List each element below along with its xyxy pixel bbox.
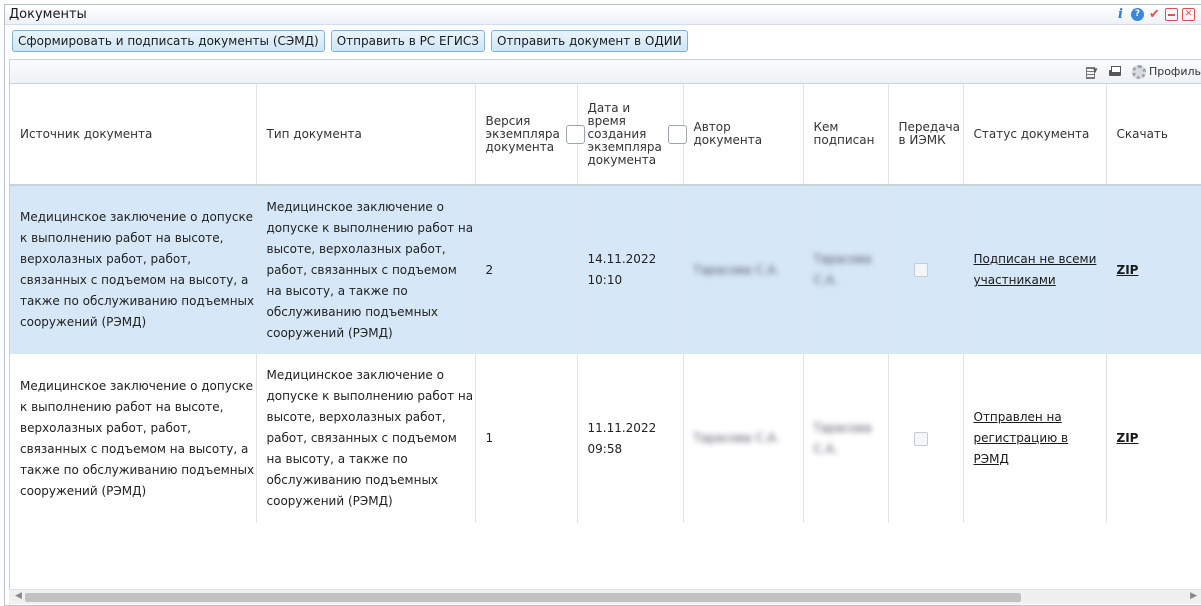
checkmark-icon[interactable]: ✔ xyxy=(1148,8,1161,21)
cell-signed-by: Тарасова С.А. xyxy=(803,185,889,354)
scrollbar-thumb[interactable] xyxy=(25,593,1021,602)
documents-window: Документы i ? ✔ ✕ Сформировать и подписа… xyxy=(4,4,1201,606)
column-header-label: Тип документа xyxy=(266,126,362,141)
columns-menu-button[interactable] xyxy=(1085,66,1098,79)
table-header-row: Источник документа Тип документа Версия … xyxy=(10,84,1201,186)
grid-toolbar: Профиль xyxy=(10,60,1201,84)
scroll-left-icon[interactable]: ◀ xyxy=(15,591,22,601)
documents-grid: Профиль Источник документа Тип документа… xyxy=(9,59,1201,605)
profile-label: Профиль xyxy=(1148,65,1201,78)
iemk-checkbox[interactable] xyxy=(913,263,928,277)
created-filter-checkbox[interactable] xyxy=(667,124,687,144)
download-zip-link[interactable]: ZIP xyxy=(1117,263,1139,277)
column-header-label: Кем подписан xyxy=(813,120,875,147)
cell-version: 1 xyxy=(475,354,578,523)
send-to-egisz-button[interactable]: Отправить в РС ЕГИСЗ xyxy=(330,30,485,52)
column-header-type[interactable]: Тип документа xyxy=(256,84,476,186)
info-icon[interactable]: i xyxy=(1114,8,1127,21)
cell-status: Отправлен на регистрацию в РЭМД xyxy=(963,354,1107,523)
status-link[interactable]: Подписан не всеми участниками xyxy=(974,252,1097,287)
action-toolbar: Сформировать и подписать документы (СЭМД… xyxy=(5,25,1201,57)
gear-icon xyxy=(1131,64,1146,79)
columns-icon xyxy=(1085,66,1098,79)
horizontal-scrollbar[interactable]: ◀ ▶ xyxy=(9,589,1201,604)
column-header-status[interactable]: Статус документа xyxy=(963,84,1107,186)
scroll-right-icon[interactable]: ▶ xyxy=(1190,591,1197,601)
window-title: Документы xyxy=(9,7,87,22)
cell-created: 14.11.2022 10:10 xyxy=(577,185,684,354)
column-header-source[interactable]: Источник документа xyxy=(10,84,257,186)
close-icon[interactable]: ✕ xyxy=(1182,8,1195,21)
cell-status: Подписан не всеми участниками xyxy=(963,185,1107,354)
cell-iemk xyxy=(888,185,964,354)
column-header-label: Источник документа xyxy=(20,126,153,141)
window-titlebar: Документы i ? ✔ ✕ xyxy=(5,5,1201,25)
column-header-iemk[interactable]: Передача в ИЭМК xyxy=(888,84,964,186)
column-header-author[interactable]: Автор документа xyxy=(683,84,804,186)
cell-author: Тарасова С.А. xyxy=(683,354,804,523)
cell-time: 10:10 xyxy=(587,273,623,287)
signer-name: Тарасова С.А. xyxy=(813,420,872,456)
cell-date: 11.11.2022 xyxy=(587,420,657,435)
version-filter-checkbox[interactable] xyxy=(565,124,585,144)
profile-button[interactable]: Профиль xyxy=(1131,64,1201,79)
minimize-icon[interactable] xyxy=(1165,8,1178,21)
send-to-odii-button[interactable]: Отправить документ в ОДИИ xyxy=(490,30,688,52)
signer-name: Тарасова С.А. xyxy=(813,252,872,287)
cell-iemk xyxy=(888,354,964,523)
cell-download: ZIP xyxy=(1106,354,1201,523)
column-header-created[interactable]: Дата и время создания экземпляра докумен… xyxy=(577,84,687,186)
table-row[interactable]: Медицинское заключение о допуске к выпол… xyxy=(10,185,1201,354)
status-link[interactable]: Отправлен на регистрацию в РЭМД xyxy=(974,410,1069,466)
column-header-label: Версия экземпляра документа xyxy=(485,113,560,154)
column-header-label: Автор документа xyxy=(693,120,763,147)
author-name: Тарасова С.А. xyxy=(693,262,780,277)
cell-time: 09:58 xyxy=(587,441,623,456)
table-row[interactable]: Медицинское заключение о допуске к выпол… xyxy=(10,354,1201,523)
column-header-label: Дата и время создания экземпляра докумен… xyxy=(587,100,662,167)
cell-type: Медицинское заключение о допуске к выпол… xyxy=(256,354,476,523)
cell-created: 11.11.2022 09:58 xyxy=(577,354,684,523)
column-header-signed-by[interactable]: Кем подписан xyxy=(803,84,889,186)
cell-download: ZIP xyxy=(1106,185,1201,354)
cell-source: Медицинское заключение о допуске к выпол… xyxy=(10,354,257,523)
column-header-label: Статус документа xyxy=(973,126,1090,141)
print-button[interactable] xyxy=(1108,65,1122,78)
cell-signed-by: Тарасова С.А. xyxy=(803,354,889,523)
cell-version: 2 xyxy=(475,185,578,354)
iemk-checkbox[interactable] xyxy=(913,431,928,446)
column-header-label: Скачать xyxy=(1116,126,1169,141)
column-header-label: Передача в ИЭМК xyxy=(898,120,961,147)
print-icon xyxy=(1108,65,1122,78)
download-zip-link[interactable]: ZIP xyxy=(1117,431,1139,445)
documents-table: Источник документа Тип документа Версия … xyxy=(10,84,1201,523)
help-icon[interactable]: ? xyxy=(1131,8,1144,21)
form-and-sign-button[interactable]: Сформировать и подписать документы (СЭМД… xyxy=(12,30,325,52)
cell-type: Медицинское заключение о допуске к выпол… xyxy=(256,185,476,354)
cell-source: Медицинское заключение о допуске к выпол… xyxy=(10,185,257,354)
column-header-version[interactable]: Версия экземпляра документа xyxy=(475,84,585,186)
cell-author: Тарасова С.А. xyxy=(683,185,804,354)
cell-date: 14.11.2022 xyxy=(587,252,657,266)
column-header-download[interactable]: Скачать xyxy=(1106,84,1201,186)
author-name: Тарасова С.А. xyxy=(693,431,780,445)
window-controls: i ? ✔ ✕ xyxy=(1114,8,1197,21)
